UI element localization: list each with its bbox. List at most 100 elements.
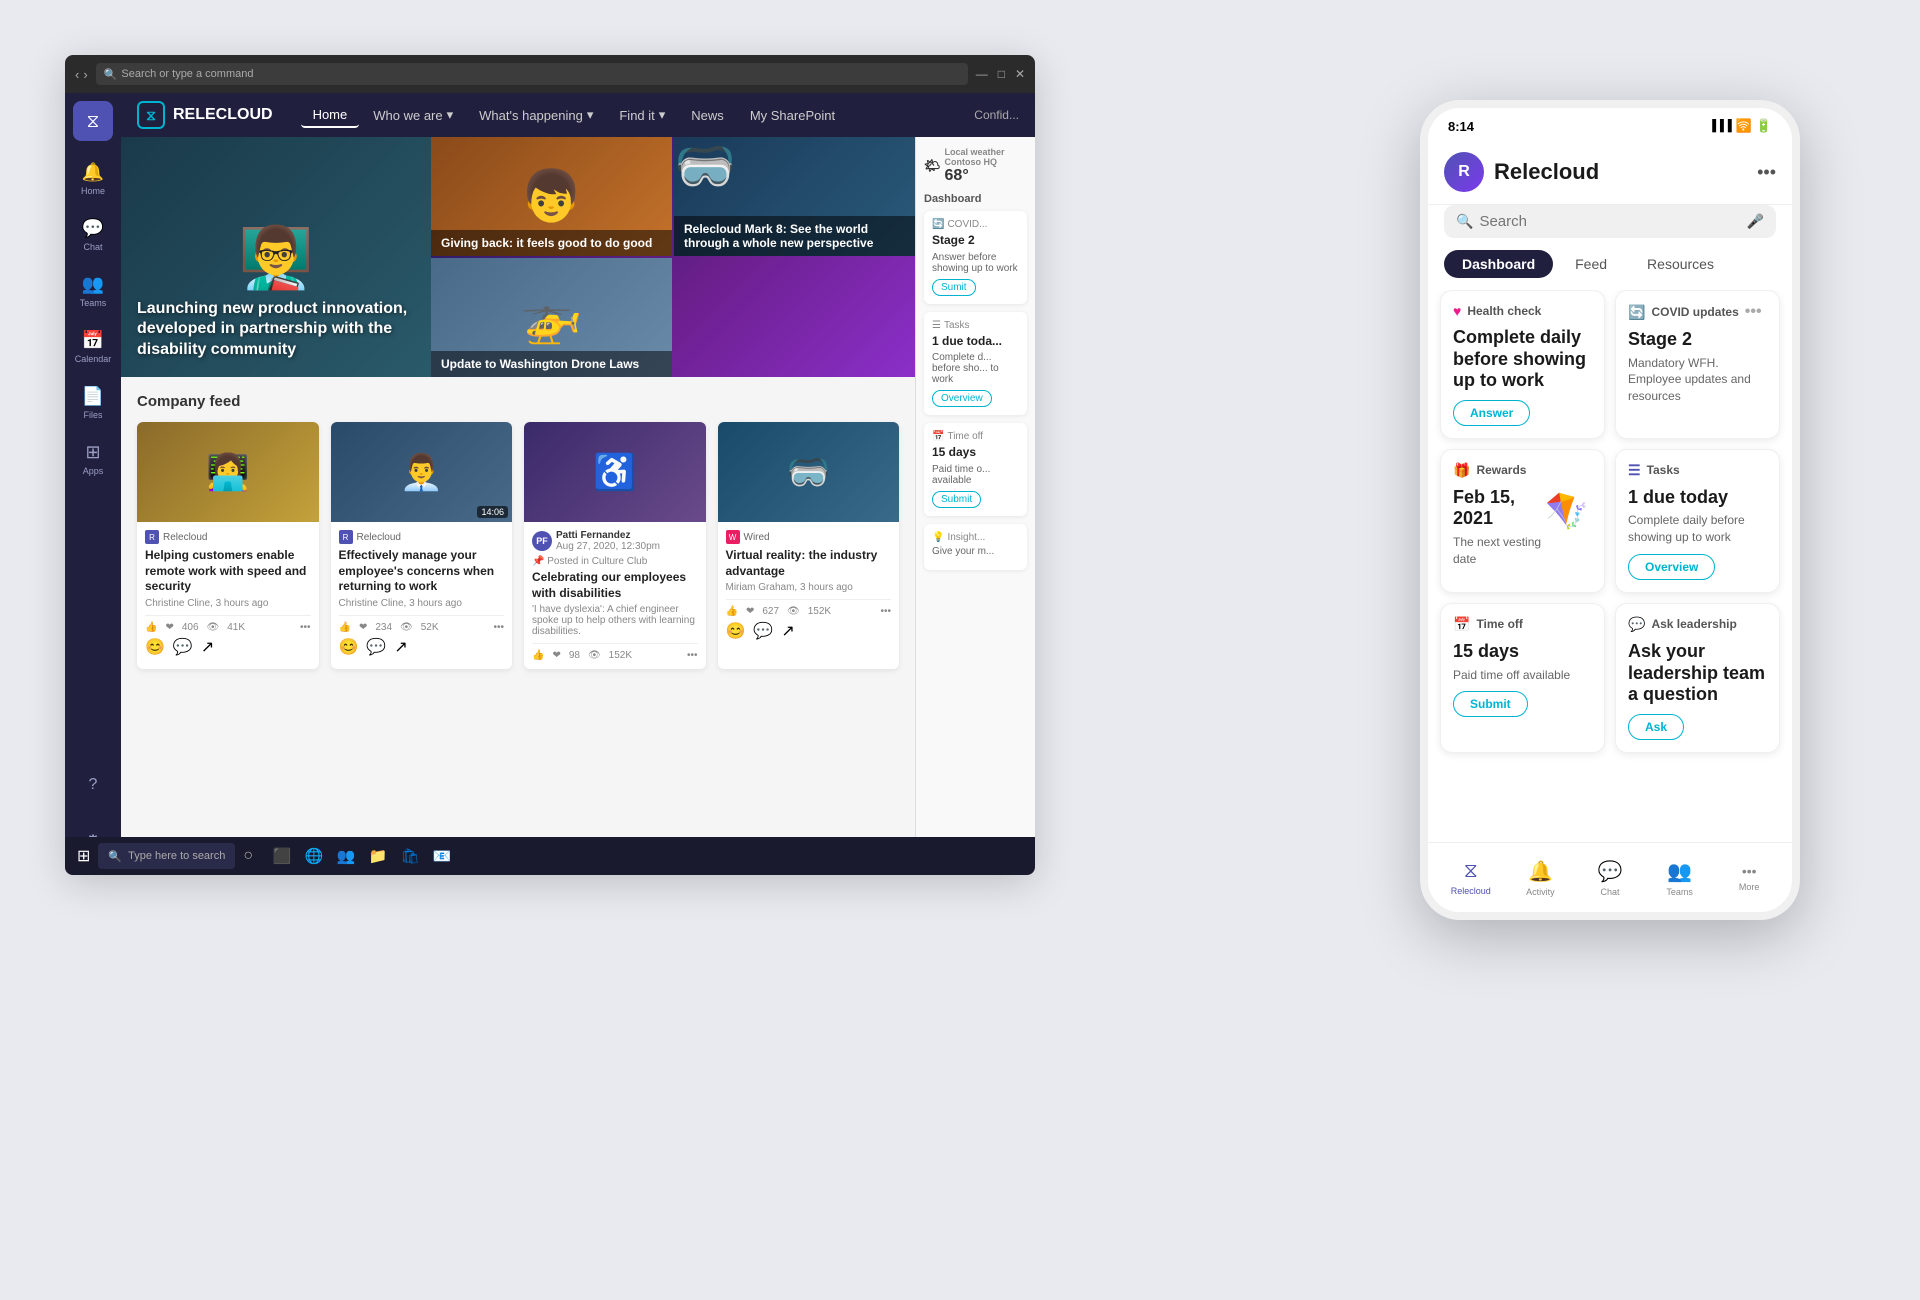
minimize-btn[interactable]: —: [976, 67, 988, 81]
sp-nav-mysharepoint[interactable]: My SharePoint: [738, 104, 847, 127]
card-more-1[interactable]: •••: [493, 622, 504, 633]
share-0[interactable]: ↗: [201, 637, 214, 657]
emoji-1[interactable]: 😊: [339, 637, 359, 657]
timeoff-submit-btn[interactable]: Submit: [1453, 691, 1528, 717]
chat-nav-label: Chat: [1600, 887, 1619, 897]
taskbar-app-store[interactable]: 🛍: [397, 843, 423, 869]
leadership-ask-btn[interactable]: Ask: [1628, 714, 1684, 740]
taskbar-search[interactable]: 🔍 Type here to search: [121, 843, 235, 869]
timeoff-subtitle: Paid time off available: [1453, 667, 1592, 684]
sidebar-item-chat[interactable]: 💬 Chat: [69, 209, 117, 261]
view-icon-3: 👁: [787, 606, 800, 617]
tab-feed[interactable]: Feed: [1557, 250, 1625, 278]
activity-nav-icon: 🔔: [1528, 859, 1553, 884]
mobile-card-rewards-header: 🎁 Rewards: [1453, 462, 1592, 479]
mobile-nav-chat[interactable]: 💬 Chat: [1585, 859, 1635, 897]
dash-covid-btn[interactable]: Sumit: [932, 279, 976, 296]
leadership-title: Ask your leadership team a question: [1628, 641, 1767, 706]
wifi-icon: 🛜: [1736, 118, 1752, 134]
health-answer-btn[interactable]: Answer: [1453, 400, 1530, 426]
mobile-nav-relecloud[interactable]: ⧖ Relecloud: [1446, 860, 1496, 896]
mobile-app: 8:14 ▐▐▐ 🛜 🔋 R Relecloud ••• 🔍 🎤 Dashboa…: [1420, 100, 1800, 920]
view-icon-0: 👁: [207, 622, 220, 633]
mobile-card-leadership-header: 💬 Ask leadership: [1628, 616, 1767, 633]
feed-card-2: ♿ PF Patti Fernandez Aug 27, 2020, 12:30…: [524, 422, 706, 669]
sp-logo: ⧖ RELECLOUD: [137, 101, 273, 129]
covid-more-btn[interactable]: •••: [1745, 303, 1762, 321]
timeoff-title: 15 days: [1453, 641, 1592, 663]
taskbar-app-screen[interactable]: ⬛: [269, 843, 295, 869]
taskbar-app-folder[interactable]: 📁: [365, 843, 391, 869]
sp-nav-findit[interactable]: Find it ▾: [607, 103, 677, 127]
feed-card-user-2: PF Patti Fernandez Aug 27, 2020, 12:30pm: [532, 530, 698, 552]
hero-grid-item-2[interactable]: 🚁 Update to Washington Drone Laws: [431, 258, 672, 377]
feed-card-actions-1: 👍 ❤ 234 👁 52K •••: [339, 615, 505, 633]
comment-3[interactable]: 💬: [753, 621, 773, 641]
comment-1[interactable]: 💬: [366, 637, 386, 657]
title-bar: ‹ › 🔍 Search or type a command — □ ✕: [65, 55, 1035, 93]
emoji-3[interactable]: 😊: [726, 621, 746, 641]
taskbar-search-circle[interactable]: ○: [243, 847, 253, 865]
mobile-card-covid: 🔄 COVID updates ••• Stage 2 Mandatory WF…: [1615, 290, 1780, 439]
taskbar-app-edge[interactable]: 🌐: [301, 843, 327, 869]
close-btn[interactable]: ✕: [1015, 67, 1025, 81]
tab-dashboard[interactable]: Dashboard: [1444, 250, 1553, 278]
card-more-2[interactable]: •••: [687, 650, 698, 661]
heart-icon-0: ❤: [165, 622, 173, 633]
hero-grid: 👦 Giving back: it feels good to do good …: [431, 137, 915, 377]
mobile-search-bar[interactable]: 🔍 🎤: [1444, 205, 1776, 238]
company-feed: Company feed 👩‍💻 R Relecloud: [121, 377, 915, 875]
mobile-nav-more[interactable]: ••• More: [1724, 863, 1774, 892]
sidebar-item-files[interactable]: 📄 Files: [69, 377, 117, 429]
nav-forward[interactable]: ›: [83, 67, 87, 82]
hero-main-image: 👨‍🏫 Launching new product innovation, de…: [121, 137, 431, 377]
mobile-more-button[interactable]: •••: [1757, 162, 1776, 183]
title-bar-nav: ‹ ›: [75, 67, 88, 82]
card-more-0[interactable]: •••: [300, 622, 311, 633]
title-bar-search[interactable]: 🔍 Search or type a command: [96, 63, 968, 85]
taskbar-app-mail[interactable]: 📧: [429, 843, 455, 869]
sidebar-item-teams[interactable]: 👥 Teams: [69, 265, 117, 317]
taskbar-app-teams[interactable]: 👥: [333, 843, 359, 869]
insights-icon: 💡: [932, 532, 944, 543]
hero-grid-item-1[interactable]: 🥽 Relecloud Mark 8: See the world throug…: [674, 137, 915, 256]
emoji-0[interactable]: 😊: [145, 637, 165, 657]
share-3[interactable]: ↗: [781, 621, 794, 641]
dash-card-tasks-value: 1 due toda...: [932, 334, 1019, 350]
health-title: Complete daily before showing up to work: [1453, 327, 1592, 392]
card-more-3[interactable]: •••: [880, 606, 891, 617]
mobile-nav-teams[interactable]: 👥 Teams: [1655, 859, 1705, 897]
dash-timeoff-btn[interactable]: Submit: [932, 491, 981, 508]
sidebar-item-activity[interactable]: 🔔 Home: [69, 153, 117, 205]
covid-title: Stage 2: [1628, 329, 1767, 351]
maximize-btn[interactable]: □: [998, 67, 1005, 81]
sidebar-item-apps[interactable]: ⊞ Apps: [69, 433, 117, 485]
sp-nav-news[interactable]: News: [679, 104, 736, 127]
dash-card-insights-sub: Give your m...: [932, 546, 1019, 557]
tasks-overview-btn[interactable]: Overview: [1628, 554, 1715, 580]
teams-icon: 👥: [82, 274, 104, 295]
feed-card-0: 👩‍💻 R Relecloud Helping customers enable…: [137, 422, 319, 669]
dash-tasks-btn[interactable]: Overview: [932, 390, 992, 407]
mobile-status-bar: 8:14 ▐▐▐ 🛜 🔋: [1428, 108, 1792, 144]
tab-resources[interactable]: Resources: [1629, 250, 1732, 278]
hero-grid-item-0[interactable]: 👦 Giving back: it feels good to do good: [431, 137, 672, 256]
nav-back[interactable]: ‹: [75, 67, 79, 82]
sp-nav-whoweare[interactable]: Who we are ▾: [361, 103, 465, 127]
microphone-icon[interactable]: 🎤: [1747, 213, 1764, 230]
feed-card-title-3: Virtual reality: the industry advantage: [726, 548, 892, 579]
share-1[interactable]: ↗: [394, 637, 407, 657]
sidebar-item-calendar[interactable]: 📅 Calendar: [69, 321, 117, 373]
weather-location: Contoso HQ: [945, 157, 1005, 167]
sp-nav-whatshappening[interactable]: What's happening ▾: [467, 103, 605, 127]
feed-card-source-3: W Wired: [726, 530, 892, 544]
relecloud-logo-icon: ⧖: [87, 111, 100, 132]
comment-0[interactable]: 💬: [173, 637, 193, 657]
feed-card-body-2: PF Patti Fernandez Aug 27, 2020, 12:30pm…: [524, 522, 706, 669]
sidebar-item-help[interactable]: ?: [69, 759, 117, 811]
mobile-nav-activity[interactable]: 🔔 Activity: [1515, 859, 1565, 897]
sp-nav-home[interactable]: Home: [301, 103, 360, 128]
mobile-grid-row-1: ♥ Health check Complete daily before sho…: [1440, 290, 1780, 439]
leadership-label: Ask leadership: [1651, 617, 1736, 631]
mobile-search-input[interactable]: [1479, 213, 1740, 230]
